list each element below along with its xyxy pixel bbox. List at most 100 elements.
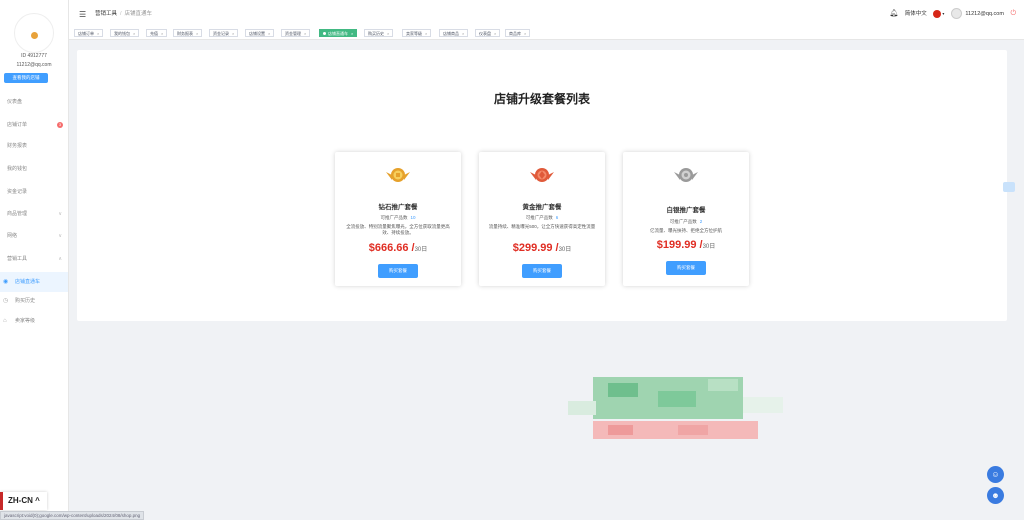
tab-label: 店铺商品 bbox=[443, 31, 459, 36]
sidebar-item-label: 商品管理 bbox=[7, 211, 28, 217]
sidebar-item-product-management[interactable]: 商品管理 ∨ bbox=[0, 204, 68, 224]
user-email-header[interactable]: 11212@qq.com bbox=[965, 11, 1004, 17]
caret-down-icon[interactable]: ▾ bbox=[942, 11, 944, 16]
close-icon[interactable]: × bbox=[425, 31, 427, 36]
close-icon[interactable]: × bbox=[232, 31, 234, 36]
sidebar-item-finance-report[interactable]: 财务报表 bbox=[0, 136, 68, 156]
package-count: 可推广产品数 6 bbox=[479, 215, 605, 221]
close-icon[interactable]: × bbox=[268, 31, 270, 36]
tab-label: 卖家等级 bbox=[406, 31, 422, 36]
buy-package-button[interactable]: 购买套餐 bbox=[666, 261, 706, 275]
price-period: 30日 bbox=[558, 247, 572, 253]
tab-label: 店铺设置 bbox=[249, 31, 265, 36]
avatar[interactable] bbox=[14, 13, 54, 53]
sidebar-item-dashboard[interactable]: 仪表盘 bbox=[0, 92, 68, 112]
notification-badge: 3 bbox=[57, 122, 63, 128]
pixelated-overlay bbox=[568, 377, 783, 439]
chat-icon[interactable]: ☺ bbox=[987, 466, 1004, 483]
price-period: 30日 bbox=[702, 244, 716, 250]
close-icon[interactable]: × bbox=[462, 31, 464, 36]
buy-package-button[interactable]: 购买套餐 bbox=[522, 264, 562, 278]
package-price: $199.99 /30日 bbox=[623, 239, 749, 251]
sidebar-item-fund-records[interactable]: 资金记录 bbox=[0, 182, 68, 202]
sidebar-item-label: 资金记录 bbox=[7, 189, 28, 195]
tab-label: 商品库 bbox=[509, 31, 521, 36]
sidebar-item-label: 店铺订单 bbox=[7, 122, 28, 128]
tab-fund-records[interactable]: 资金记录 × bbox=[209, 29, 239, 37]
bell-icon[interactable]: 🔔︎ bbox=[889, 9, 898, 17]
count-label: 可推广产品数 bbox=[380, 215, 408, 220]
side-drawer-toggle[interactable] bbox=[1003, 182, 1015, 192]
package-count: 可推广产品数 10 bbox=[335, 215, 461, 221]
status-bar-url: javascript:void(0);google.com/wp-content… bbox=[0, 511, 145, 520]
top-header: ☰ 营销工具 / 店铺直通车 🔔︎ 简体中文 ▾ 11212@qq.com ⏻ bbox=[69, 0, 1024, 29]
count-label: 可推广产品数 bbox=[525, 215, 553, 220]
close-icon[interactable]: × bbox=[524, 31, 526, 36]
user-email: 11212@qq.com bbox=[16, 62, 52, 68]
sidebar-item-marketing-tools[interactable]: 营销工具 ∧ bbox=[0, 249, 68, 269]
package-count: 可推广产品数 2 bbox=[623, 219, 749, 225]
breadcrumb-root[interactable]: 营销工具 bbox=[95, 11, 117, 17]
tab-finance-report[interactable]: 财务报表 × bbox=[173, 29, 203, 37]
tab-label: 充值 bbox=[150, 31, 158, 36]
package-price: $299.99 /30日 bbox=[479, 242, 605, 254]
tab-recharge[interactable]: 充值 × bbox=[146, 29, 168, 37]
tab-label: 资金记录 bbox=[213, 31, 229, 36]
sidebar-item-network[interactable]: 网络 ∨ bbox=[0, 226, 68, 246]
close-icon[interactable]: × bbox=[304, 31, 306, 36]
tab-label: 店铺订单 bbox=[78, 31, 94, 36]
sidebar-item-label: 我的钱包 bbox=[7, 166, 28, 172]
breadcrumb-separator: / bbox=[120, 11, 122, 17]
view-shop-button[interactable]: 查看我的店铺 bbox=[4, 73, 48, 83]
power-icon[interactable]: ⏻ bbox=[1010, 10, 1016, 17]
menu-toggle-icon[interactable]: ☰ bbox=[79, 10, 86, 19]
sidebar-item-seller-level[interactable]: ⌂ 卖家等级 bbox=[0, 311, 68, 331]
close-icon[interactable]: × bbox=[133, 31, 135, 36]
close-icon[interactable]: × bbox=[387, 31, 389, 36]
tab-wallet[interactable]: 我的钱包 × bbox=[110, 29, 140, 37]
package-name: 黄金推广套餐 bbox=[522, 204, 562, 211]
tab-label: 财务报表 bbox=[177, 31, 193, 36]
package-card-silver: 白银推广套餐 可推广产品数 2 亿流量、曝光扶持、拒绝全方位护航 $199.99 … bbox=[623, 152, 749, 286]
active-dot-icon bbox=[323, 32, 326, 36]
tab-shop-orders[interactable]: 店铺订单 × bbox=[74, 29, 104, 37]
language-switcher[interactable]: ZH-CN ^ bbox=[0, 492, 47, 510]
package-card-diamond: 钻石推广套餐 可推广产品数 10 全流投放、特别流量聚焦曝光，全方位获取流量更高效… bbox=[335, 152, 461, 286]
sidebar: ID 4912777 11212@qq.com 查看我的店铺 仪表盘 店铺订单 3… bbox=[0, 0, 69, 518]
close-icon[interactable]: × bbox=[97, 31, 99, 36]
close-icon[interactable]: × bbox=[161, 31, 163, 36]
tab-label: 我的钱包 bbox=[114, 31, 130, 36]
chevron-up-icon: ∧ bbox=[58, 256, 62, 262]
close-icon[interactable]: × bbox=[494, 31, 496, 36]
sidebar-item-label: 网络 bbox=[7, 233, 18, 239]
user-avatar[interactable] bbox=[950, 8, 962, 19]
tab-seller-level[interactable]: 卖家等级 × bbox=[402, 29, 432, 37]
price-value: $299.99 / bbox=[512, 242, 559, 254]
tab-purchase-history[interactable]: 购买历史 × bbox=[364, 29, 394, 37]
package-description: 亿流量、曝光扶持、拒绝全方位护航 bbox=[650, 228, 722, 233]
sidebar-item-shop-orders[interactable]: 店铺订单 3 bbox=[0, 115, 68, 135]
page-title: 店铺升级套餐列表 bbox=[493, 92, 590, 106]
package-card-gold: 黄金推广套餐 可推广产品数 6 流量持续、精准曝光500，让全方快速获得高定性流量… bbox=[479, 152, 605, 286]
buy-package-button[interactable]: 购买套餐 bbox=[378, 264, 418, 278]
sidebar-item-purchase-history[interactable]: ◷ 购买历史 bbox=[0, 291, 68, 311]
gold-medal-icon bbox=[530, 168, 554, 182]
sidebar-item-label: 仪表盘 bbox=[7, 99, 23, 105]
tab-fund-management[interactable]: 资金管理 × bbox=[281, 29, 311, 37]
tab-product-library[interactable]: 商品库 × bbox=[505, 29, 531, 37]
tab-shop-products[interactable]: 店铺商品 × bbox=[439, 29, 469, 37]
close-icon[interactable]: × bbox=[351, 31, 353, 36]
package-description: 流量持续、精准曝光500，让全方快速获得高定性流量 bbox=[488, 224, 596, 229]
tab-dashboard[interactable]: 仪表盘 × bbox=[475, 29, 501, 37]
user-id: ID 4912777 bbox=[21, 53, 47, 59]
support-icon[interactable]: ☻ bbox=[987, 487, 1004, 504]
breadcrumb-current: 店铺直通车 bbox=[124, 11, 153, 17]
close-icon[interactable]: × bbox=[196, 31, 198, 36]
house-icon: ⌂ bbox=[3, 318, 7, 324]
sidebar-item-shop-express[interactable]: ◉ 店铺直通车 bbox=[0, 272, 68, 292]
tab-shop-settings[interactable]: 店铺设置 × bbox=[245, 29, 275, 37]
sidebar-item-wallet[interactable]: 我的钱包 bbox=[0, 159, 68, 179]
language-select[interactable]: 简体中文 bbox=[905, 11, 927, 17]
tab-shop-express[interactable]: 店铺直通车 × bbox=[319, 29, 358, 37]
flag-icon[interactable] bbox=[933, 9, 942, 18]
